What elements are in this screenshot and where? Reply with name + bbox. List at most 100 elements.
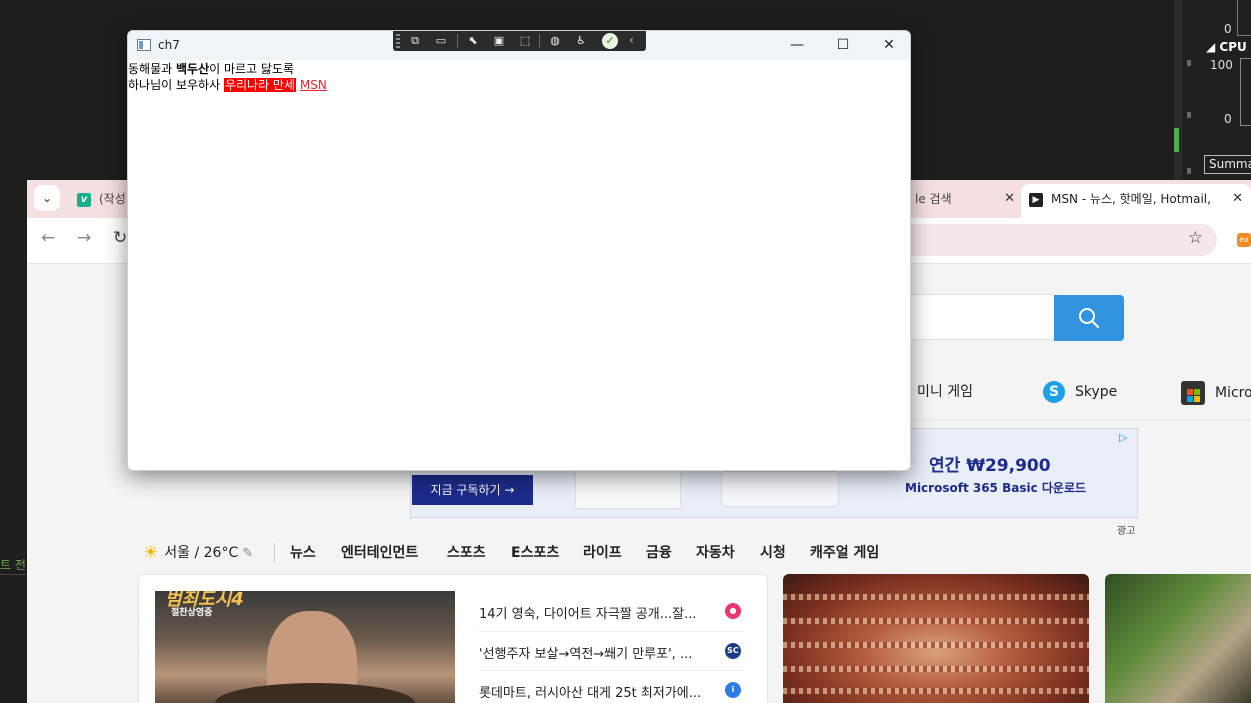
tab-write[interactable]: v (작성 [73,184,133,218]
quick-link-label: 미니 게임 [917,384,973,400]
text-line-1: 동해물과 백두산이 마르고 닳도록 [128,61,910,77]
reload-icon[interactable]: ↻ [113,228,127,248]
news-card: 범죄도시4 절찬상영중 14기 영숙, 다이어트 자극짤 공개...잘... ●… [138,574,768,703]
weather-text: 서울 / 26°C [164,545,239,561]
chevron-down-icon: ⌄ [41,191,53,205]
accessibility-icon[interactable]: ♿ [573,33,589,49]
tab-label: MSN - 뉴스, 핫메일, Hotmail, S [1051,192,1211,206]
bold-word: 백두산 [175,62,210,76]
seat-row [783,642,1089,648]
quick-link-mini-games[interactable]: 미니 게임 [917,381,973,401]
address-bar[interactable]: ☆ [887,224,1217,256]
quick-link-label: Micro [1215,385,1251,401]
nav-autos[interactable]: 자동차 [696,542,735,562]
cpu-graph [1240,58,1251,126]
quick-link-skype[interactable]: S Skype [1043,381,1117,403]
window-title: ch7 [158,38,180,52]
headline-divider [479,670,744,671]
quick-link-microsoft[interactable]: Micro [1181,381,1251,405]
toolbar-separator [539,34,540,48]
seat-row [783,666,1089,672]
forest-image[interactable] [1105,574,1251,703]
collapse-icon[interactable]: ‹ [629,33,634,47]
ch7-content: 동해물과 백두산이 마르고 닳도록 하나님이 보우하사 우리나라 만세 MSN [128,61,910,470]
concert-hall-image[interactable] [783,574,1089,703]
tab-search-button[interactable]: ⌄ [34,185,60,211]
nav-finance[interactable]: 금융 [646,542,672,562]
skype-icon: S [1043,381,1065,403]
search-button[interactable] [1054,295,1124,341]
cpu-graph-max-label: 100 [1210,58,1233,72]
feature-image-subtitle: 절찬상영중 [171,608,213,618]
tab-msn[interactable]: ▶ MSN - 뉴스, 핫메일, Hotmail, S ✕ [1021,184,1251,218]
close-icon[interactable]: ✕ [1232,184,1243,214]
nav-sports[interactable]: 스포츠 [447,542,486,562]
cpu-graph-top [1237,0,1251,36]
pencil-icon[interactable]: ✎ [242,546,253,561]
ide-divider [0,574,28,575]
close-icon[interactable]: ✕ [1004,184,1015,214]
extension-icon[interactable]: ex [1237,233,1251,247]
search-icon [1079,308,1100,329]
nav-entertainment[interactable]: 엔터테인먼트 [341,542,418,562]
feature-image[interactable]: 범죄도시4 절찬상영중 [155,591,455,703]
seat-row [783,688,1089,694]
nav-casual-games[interactable]: 캐주얼 게임 [810,542,879,562]
source-icon: SC [725,643,741,659]
back-icon[interactable]: ← [41,228,55,248]
headline-link[interactable]: 롯데마트, 러시아산 대게 25t 최저가에... [479,682,739,701]
category-nav: ☀ 서울 / 26°C ✎ 뉴스 엔터테인먼트 스포츠 E스포츠 라이프 금융 자동… [143,542,1103,564]
check-icon[interactable]: ✓ [602,33,618,49]
ad-price: 연간 ₩29,900 [929,456,1051,476]
v-icon: v [77,192,91,207]
maximize-button[interactable]: ☐ [820,31,866,60]
video-icon[interactable]: ▭ [433,33,449,49]
nav-life[interactable]: 라이프 [583,542,622,562]
highlighted-text: 우리나라 만세 [223,78,297,92]
display-adorners-icon[interactable]: ▣ [491,33,507,49]
nav-esports[interactable]: E스포츠 [511,542,559,562]
task-manager-marker [1187,168,1191,174]
sun-icon: ☀ [143,543,159,563]
weather-widget[interactable]: ☀ 서울 / 26°C ✎ [143,542,253,563]
cpu-section-label[interactable]: ◢ CPU ( [1206,40,1251,54]
headline-link[interactable]: 14기 영숙, 다이어트 자극짤 공개...잘... [479,603,739,622]
cpu-graph-min-label: 0 [1224,112,1232,126]
summary-tab[interactable]: Summa [1204,155,1251,174]
track-focus-icon[interactable]: ⬚ [517,33,533,49]
binding-failures-icon[interactable]: ◍ [547,33,563,49]
headline-link[interactable]: '선행주자 보살→역전→쐐기 만루포', ... [479,643,739,662]
forward-icon[interactable]: → [77,228,91,248]
person-coat [215,683,415,703]
ch7-titlebar[interactable]: ch7 ⧉ ▭ ⬉ ▣ ⬚ ◍ ♿ ✓ ‹ — ☐ ✕ [128,31,910,60]
select-element-icon[interactable]: ⬉ [465,33,481,49]
task-manager-scroll-strip[interactable] [1174,0,1182,180]
nav-news[interactable]: 뉴스 [290,542,316,562]
tab-label: (작성 [99,192,126,206]
line1-text: 이 마르고 닳도록 [209,62,295,76]
ad-label: 광고 [1117,526,1136,537]
ch7-window: ch7 ⧉ ▭ ⬉ ▣ ⬚ ◍ ♿ ✓ ‹ — ☐ ✕ 동해물과 백두산이 마르… [127,30,911,471]
minimize-button[interactable]: — [774,31,820,60]
seat-row [783,618,1089,624]
task-manager-marker [1187,60,1191,66]
app-icon [137,39,151,51]
ide-side-text: 트 전 [0,558,26,572]
debug-toolbar: ⧉ ▭ ⬉ ▣ ⬚ ◍ ♿ ✓ ‹ [393,31,646,51]
close-button[interactable]: ✕ [866,31,910,60]
star-icon[interactable]: ☆ [1188,228,1203,248]
live-tree-icon[interactable]: ⧉ [407,33,423,49]
task-manager-active-indicator [1174,128,1179,152]
msn-link[interactable]: MSN [300,78,327,92]
tab-google-search[interactable]: le 검색 ✕ [911,184,1021,218]
source-icon: ● [725,603,741,619]
msn-icon: ▶ [1029,192,1043,207]
adchoices-icon[interactable]: ▷ [1119,431,1133,444]
microsoft-store-icon [1181,381,1205,405]
source-icon: i [725,682,741,698]
nav-watch[interactable]: 시청 [760,542,786,562]
task-manager-marker [1187,112,1191,118]
drag-handle[interactable] [396,34,400,48]
line2-text: 하나님이 보우하사 [128,78,224,92]
subscribe-button[interactable]: 지금 구독하기 → [412,475,533,505]
